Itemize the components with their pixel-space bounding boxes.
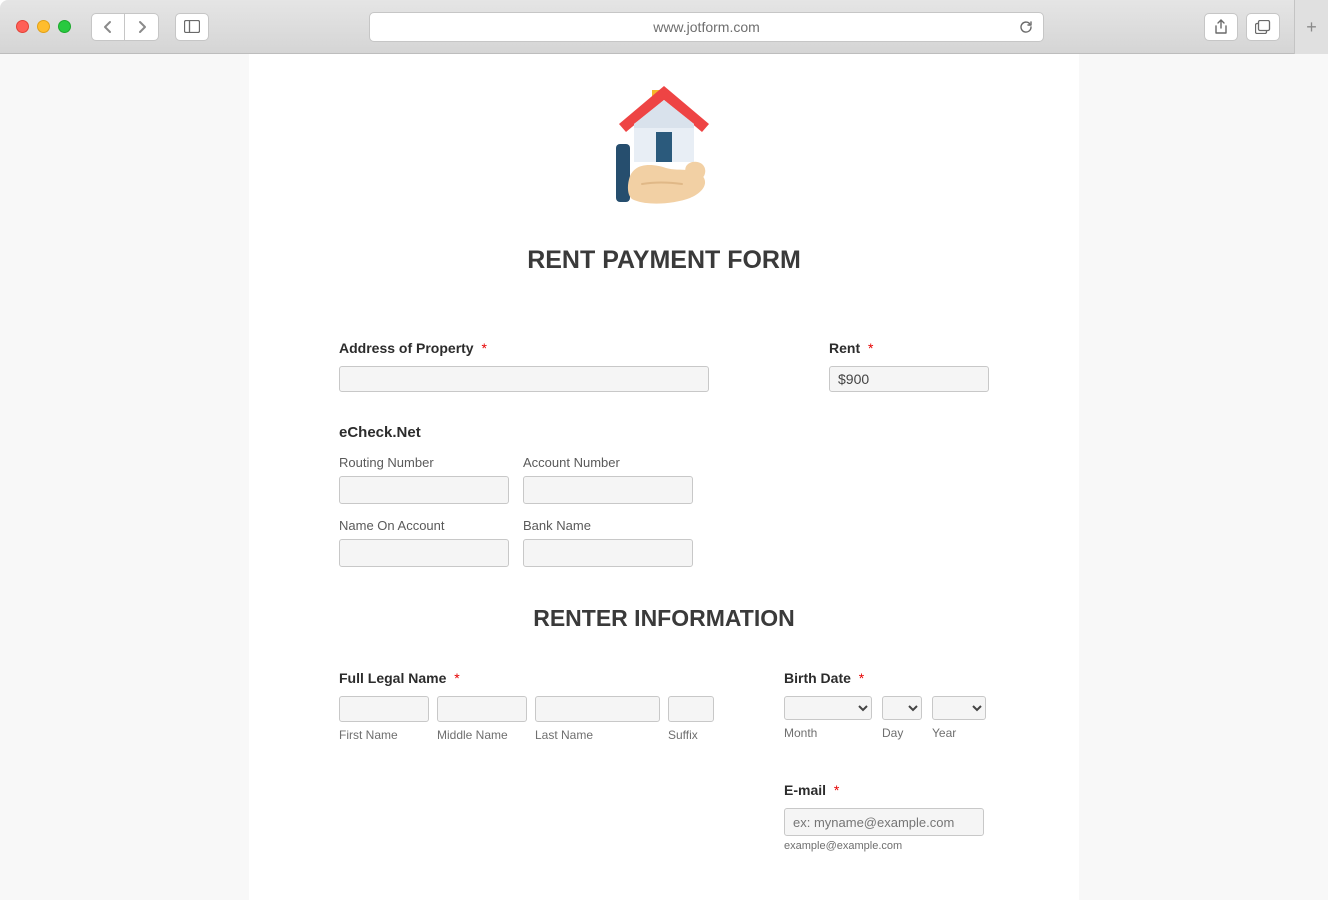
suffix-sublabel: Suffix bbox=[668, 728, 714, 742]
bank-name-field: Bank Name bbox=[523, 518, 693, 567]
first-name-cell: First Name bbox=[339, 696, 429, 742]
account-input[interactable] bbox=[523, 476, 693, 504]
email-hint: example@example.com bbox=[784, 840, 994, 852]
form-container: RENT PAYMENT FORM Address of Property * … bbox=[249, 54, 1079, 900]
address-bar[interactable]: www.jotform.com bbox=[369, 12, 1044, 42]
echeck-section: eCheck.Net Routing Number Account Number… bbox=[339, 424, 989, 567]
rent-field: Rent * bbox=[829, 340, 989, 392]
toolbar-right bbox=[1204, 13, 1280, 41]
minimize-window-button[interactable] bbox=[37, 20, 50, 33]
year-select[interactable] bbox=[932, 696, 986, 720]
name-on-account-input[interactable] bbox=[339, 539, 509, 567]
suffix-cell: Suffix bbox=[668, 696, 714, 742]
middle-name-sublabel: Middle Name bbox=[437, 728, 527, 742]
account-field: Account Number bbox=[523, 455, 693, 504]
birth-date-field: Birth Date * Month Day bbox=[784, 670, 994, 740]
name-parts-grid: First Name Middle Name Last Name Suffix bbox=[339, 696, 714, 742]
refresh-icon bbox=[1019, 20, 1033, 34]
new-tab-button[interactable]: + bbox=[1294, 0, 1328, 54]
middle-name-input[interactable] bbox=[437, 696, 527, 722]
routing-input[interactable] bbox=[339, 476, 509, 504]
required-marker: * bbox=[454, 670, 459, 686]
form-title: RENT PAYMENT FORM bbox=[339, 246, 989, 275]
right-column: Birth Date * Month Day bbox=[784, 670, 994, 852]
first-name-input[interactable] bbox=[339, 696, 429, 722]
name-on-account-label: Name On Account bbox=[339, 518, 509, 533]
house-hand-icon bbox=[594, 84, 734, 224]
month-cell: Month bbox=[784, 696, 872, 740]
full-name-label: Full Legal Name * bbox=[339, 670, 714, 686]
day-sublabel: Day bbox=[882, 726, 922, 740]
last-name-input[interactable] bbox=[535, 696, 660, 722]
required-marker: * bbox=[859, 670, 864, 686]
forward-button[interactable] bbox=[125, 13, 159, 41]
last-name-cell: Last Name bbox=[535, 696, 660, 742]
last-name-sublabel: Last Name bbox=[535, 728, 660, 742]
echeck-section-label: eCheck.Net bbox=[339, 424, 989, 441]
email-input[interactable] bbox=[784, 808, 984, 836]
share-button[interactable] bbox=[1204, 13, 1238, 41]
refresh-button[interactable] bbox=[1019, 20, 1033, 34]
page-viewport: RENT PAYMENT FORM Address of Property * … bbox=[0, 54, 1328, 900]
plus-icon: + bbox=[1306, 17, 1317, 38]
bank-name-label: Bank Name bbox=[523, 518, 693, 533]
echeck-grid: Routing Number Account Number Name On Ac… bbox=[339, 455, 989, 567]
tabs-button[interactable] bbox=[1246, 13, 1280, 41]
email-field: E-mail * example@example.com bbox=[784, 782, 994, 852]
sidebar-toggle-button[interactable] bbox=[175, 13, 209, 41]
date-parts-grid: Month Day Year bbox=[784, 696, 994, 740]
name-birth-row: Full Legal Name * First Name Middle Name… bbox=[339, 670, 989, 852]
address-label: Address of Property * bbox=[339, 340, 789, 356]
month-sublabel: Month bbox=[784, 726, 872, 740]
bank-name-input[interactable] bbox=[523, 539, 693, 567]
full-name-field: Full Legal Name * First Name Middle Name… bbox=[339, 670, 714, 852]
day-cell: Day bbox=[882, 696, 922, 740]
name-on-account-field: Name On Account bbox=[339, 518, 509, 567]
rent-label: Rent * bbox=[829, 340, 989, 356]
required-marker: * bbox=[834, 782, 839, 798]
birth-date-label: Birth Date * bbox=[784, 670, 994, 686]
sidebar-icon bbox=[184, 20, 200, 33]
form-logo bbox=[339, 84, 989, 224]
email-label: E-mail * bbox=[784, 782, 994, 798]
suffix-input[interactable] bbox=[668, 696, 714, 722]
chevron-left-icon bbox=[103, 20, 113, 34]
nav-buttons bbox=[91, 13, 159, 41]
year-cell: Year bbox=[932, 696, 986, 740]
browser-toolbar: www.jotform.com + bbox=[0, 0, 1328, 54]
back-button[interactable] bbox=[91, 13, 125, 41]
required-marker: * bbox=[868, 340, 873, 356]
day-select[interactable] bbox=[882, 696, 922, 720]
address-rent-row: Address of Property * Rent * bbox=[339, 340, 989, 392]
url-text: www.jotform.com bbox=[653, 19, 760, 35]
routing-label: Routing Number bbox=[339, 455, 509, 470]
maximize-window-button[interactable] bbox=[58, 20, 71, 33]
rent-input[interactable] bbox=[829, 366, 989, 392]
renter-section-title: RENTER INFORMATION bbox=[339, 605, 989, 632]
address-field: Address of Property * bbox=[339, 340, 789, 392]
window-controls bbox=[16, 20, 71, 33]
required-marker: * bbox=[481, 340, 486, 356]
chevron-right-icon bbox=[137, 20, 147, 34]
month-select[interactable] bbox=[784, 696, 872, 720]
routing-field: Routing Number bbox=[339, 455, 509, 504]
tabs-icon bbox=[1255, 20, 1271, 34]
year-sublabel: Year bbox=[932, 726, 986, 740]
address-input[interactable] bbox=[339, 366, 709, 392]
first-name-sublabel: First Name bbox=[339, 728, 429, 742]
middle-name-cell: Middle Name bbox=[437, 696, 527, 742]
close-window-button[interactable] bbox=[16, 20, 29, 33]
account-label: Account Number bbox=[523, 455, 693, 470]
share-icon bbox=[1214, 19, 1228, 35]
